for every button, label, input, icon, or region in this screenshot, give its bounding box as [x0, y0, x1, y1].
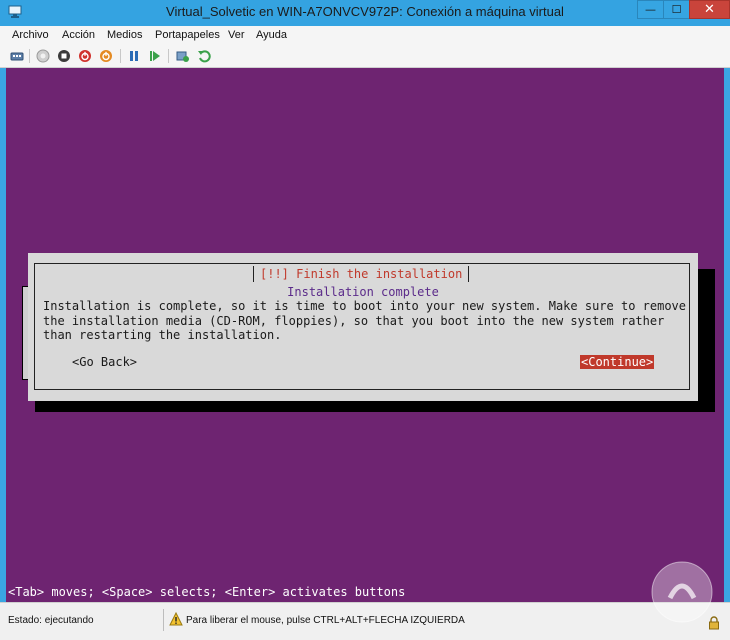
- dialog-subtitle: Installation complete: [287, 285, 439, 299]
- minimize-button[interactable]: —: [637, 0, 664, 19]
- status-divider: [163, 609, 164, 631]
- resume-icon[interactable]: [148, 49, 162, 63]
- maximize-button[interactable]: ☐: [663, 0, 690, 19]
- keyboard-help-line: <Tab> moves; <Space> selects; <Enter> ac…: [8, 585, 406, 599]
- checkpoint-icon[interactable]: [176, 49, 190, 63]
- finish-installation-dialog: [!!] Finish the installation Installatio…: [28, 253, 698, 401]
- mouse-release-hint: Para liberar el mouse, pulse CTRL+ALT+FL…: [186, 615, 465, 626]
- ctrl-alt-del-icon[interactable]: [10, 49, 24, 63]
- toolbar-separator: [29, 49, 30, 63]
- window-title: Virtual_Solvetic en WIN-A7ONVCV972P: Con…: [166, 4, 564, 19]
- vm-display[interactable]: [!!] Finish the installation Installatio…: [6, 68, 724, 602]
- revert-icon[interactable]: [197, 49, 211, 63]
- shutdown-icon[interactable]: [78, 49, 92, 63]
- turn-off-icon[interactable]: [57, 49, 71, 63]
- dialog-title: [!!] Finish the installation: [253, 266, 470, 282]
- status-bar: Estado: ejecutando Para liberar el mouse…: [0, 602, 730, 640]
- toolbar-separator: [120, 49, 121, 63]
- menu-bar: Archivo Acción Medios Portapapeles Ver A…: [0, 26, 730, 46]
- warning-icon: [169, 612, 183, 626]
- pause-icon[interactable]: [127, 49, 141, 63]
- menu-accion[interactable]: Acción: [62, 29, 95, 41]
- close-button[interactable]: ✕: [689, 0, 730, 19]
- start-icon[interactable]: [36, 49, 50, 63]
- menu-ver[interactable]: Ver: [228, 29, 245, 41]
- continue-button[interactable]: <Continue>: [580, 355, 655, 369]
- menu-medios[interactable]: Medios: [107, 29, 142, 41]
- dialog-message: Installation is complete, so it is time …: [43, 299, 686, 342]
- watermark-logo-icon: [651, 561, 713, 623]
- menu-ayuda[interactable]: Ayuda: [256, 29, 287, 41]
- status-state: Estado: ejecutando: [8, 615, 94, 626]
- toolbar: [0, 45, 730, 68]
- toolbar-separator: [168, 49, 169, 63]
- menu-archivo[interactable]: Archivo: [12, 29, 49, 41]
- menu-portapapeles[interactable]: Portapapeles: [155, 29, 220, 41]
- go-back-button[interactable]: <Go Back>: [72, 355, 137, 369]
- vm-connection-window: Virtual_Solvetic en WIN-A7ONVCV972P: Con…: [0, 0, 730, 640]
- save-state-icon[interactable]: [99, 49, 113, 63]
- title-bar[interactable]: Virtual_Solvetic en WIN-A7ONVCV972P: Con…: [0, 0, 730, 26]
